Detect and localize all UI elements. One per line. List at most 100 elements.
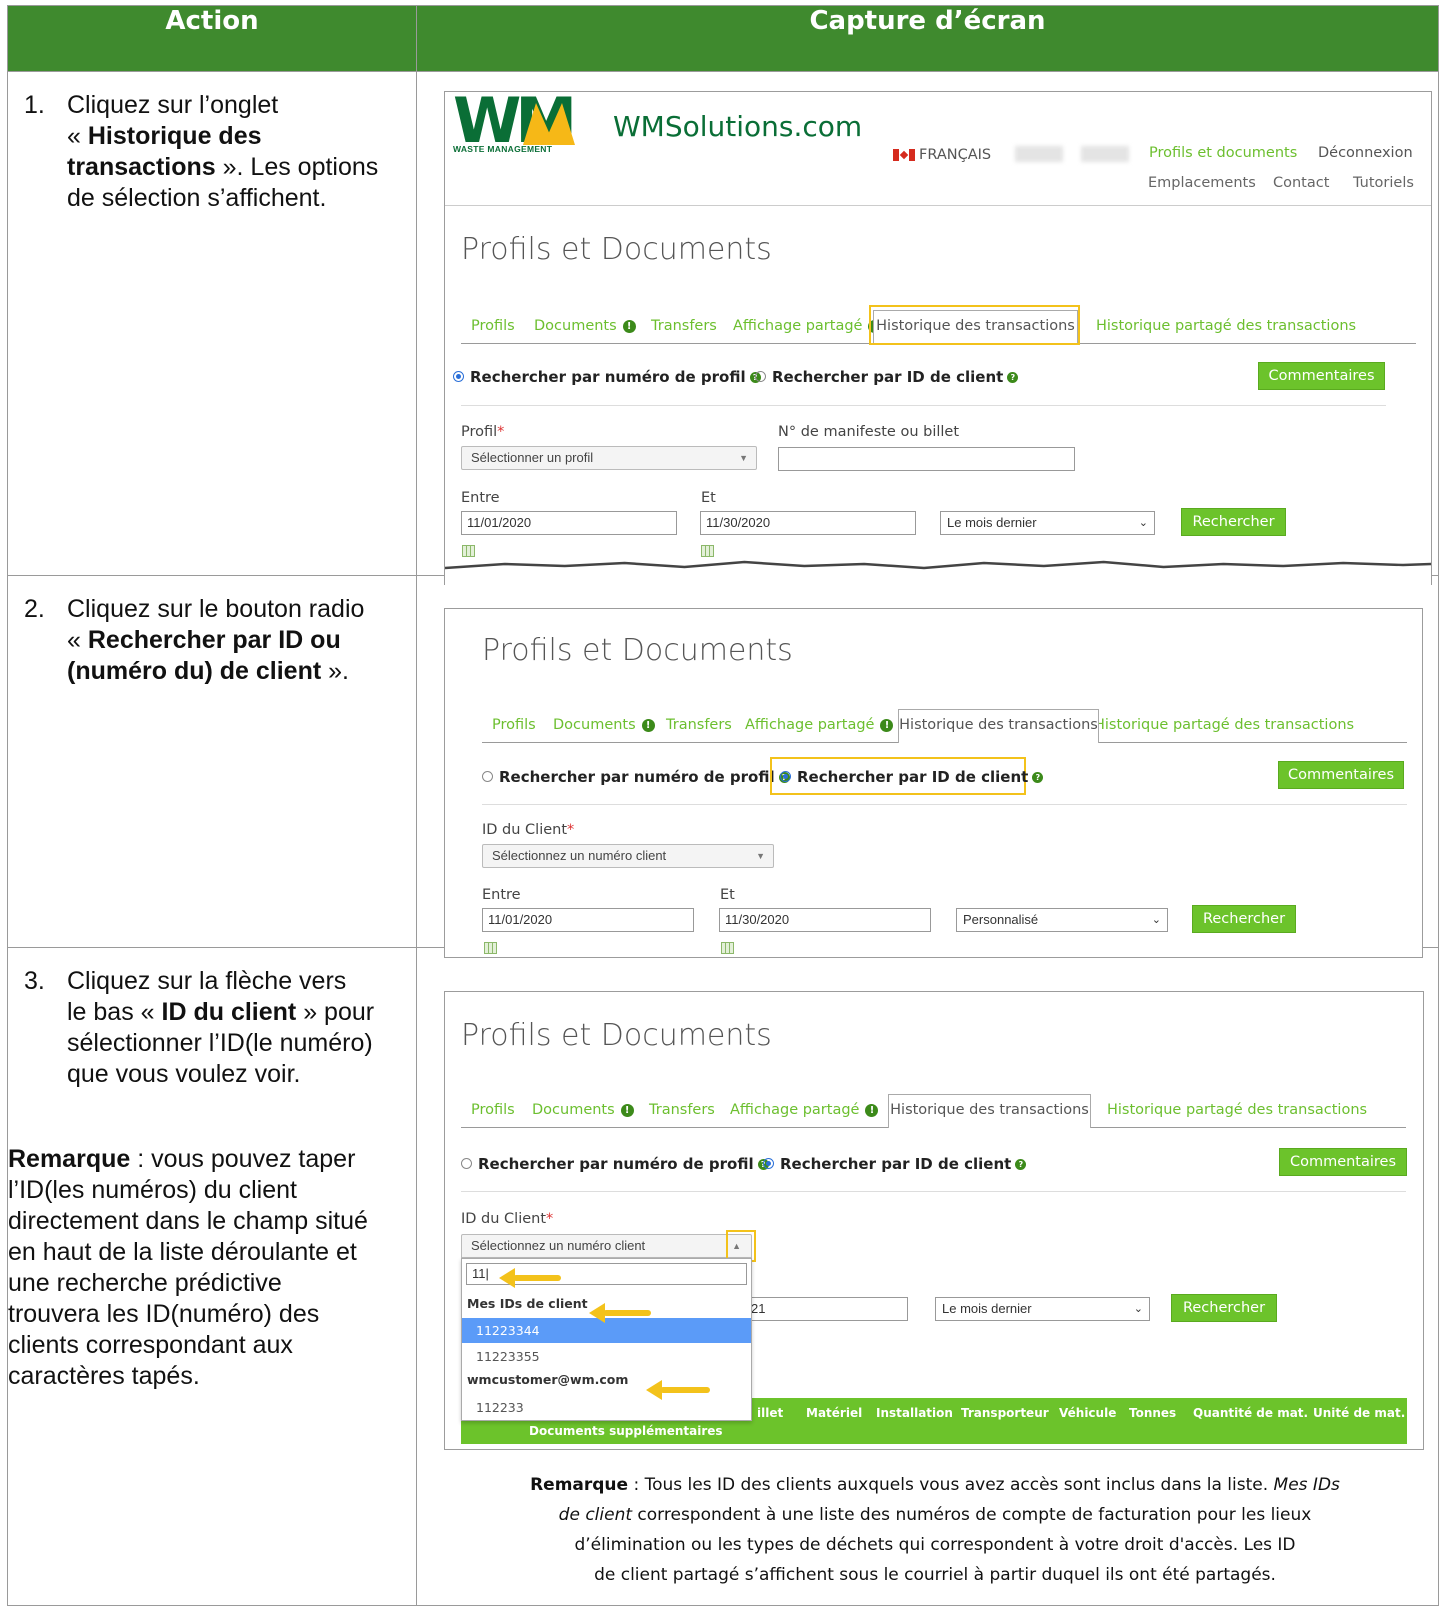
divider [461, 1191, 1406, 1192]
client-select[interactable]: Sélectionnez un numéro client ▲ [461, 1234, 752, 1258]
step-3-text: 3. Cliquez sur la flèche vers le bas « I… [7, 947, 417, 1606]
tab-profils[interactable]: Profils [471, 1102, 515, 1118]
tab-transfers[interactable]: Transfers [666, 717, 732, 733]
radio-indicator [453, 371, 464, 382]
tab-documents[interactable]: Documents! [553, 717, 655, 733]
et-label: Et [701, 490, 716, 506]
tab-documents[interactable]: Documents! [532, 1102, 634, 1118]
client-select[interactable]: Sélectionnez un numéro client ▼ [482, 844, 774, 868]
col-vehicule[interactable]: Véhicule [1059, 1406, 1116, 1420]
page-title: Profils et Documents [461, 232, 772, 267]
col-installation[interactable]: Installation [876, 1406, 953, 1420]
page-title: Profils et Documents [461, 1018, 772, 1053]
col-documents-supp[interactable]: Documents supplémentaires [529, 1424, 723, 1438]
screenshot-2: Profils et Documents Profils Documents! … [444, 608, 1423, 958]
manifest-input[interactable] [778, 447, 1075, 471]
info-icon: ! [865, 1103, 879, 1117]
language-link[interactable]: FRANÇAIS [919, 147, 991, 163]
commentaires-button[interactable]: Commentaires [1258, 362, 1385, 390]
step-number: 3. [24, 967, 45, 995]
radio-profil[interactable]: Rechercher par numéro de profil? [453, 368, 761, 386]
radio-client[interactable]: Rechercher par ID de client? [780, 768, 1044, 786]
radio-profil[interactable]: Rechercher par numéro de profil? [482, 768, 790, 786]
tab-profils[interactable]: Profils [471, 318, 515, 334]
radio-indicator [780, 771, 791, 782]
date-to-input[interactable]: 11/30/2020 [700, 511, 916, 535]
group-label-mine: Mes IDs de client [467, 1296, 588, 1311]
blurred-account [1081, 146, 1129, 162]
divider [482, 804, 1407, 805]
calendar-icon[interactable] [462, 545, 475, 557]
nav-emplacements[interactable]: Emplacements [1148, 175, 1256, 191]
blurred-username [1015, 146, 1063, 162]
col-quantite[interactable]: Quantité de mat. [1193, 1406, 1308, 1420]
torn-edge [445, 560, 1431, 585]
commentaires-button[interactable]: Commentaires [1278, 761, 1404, 789]
step-number: 2. [24, 595, 45, 623]
radio-indicator [461, 1158, 472, 1169]
tab-affichage-partage[interactable]: Affichage partagé! [745, 717, 894, 733]
period-select[interactable]: Le mois dernier ⌄ [935, 1297, 1150, 1321]
period-select[interactable]: Personnalisé ⌄ [956, 908, 1168, 932]
arrow-icon [499, 1268, 561, 1288]
info-icon: ! [622, 319, 636, 333]
radio-client[interactable]: Rechercher par ID de client? [763, 1155, 1027, 1173]
dropdown-option[interactable]: 11223355 [462, 1344, 751, 1369]
date-to-input[interactable]: 21 [745, 1297, 908, 1321]
info-icon: ! [880, 718, 894, 732]
tab-affichage-partage[interactable]: Affichage partagé! [733, 318, 882, 334]
calendar-icon[interactable] [721, 942, 734, 954]
help-icon: ? [1032, 772, 1044, 783]
tab-historique-transactions[interactable]: Historique des transactions [898, 709, 1099, 743]
date-from-input[interactable]: 11/01/2020 [482, 908, 694, 932]
tab-documents[interactable]: Documents! [534, 318, 636, 334]
chevron-down-icon: ⌄ [1138, 517, 1148, 529]
profil-select[interactable]: Sélectionner un profil ▼ [461, 446, 757, 470]
calendar-icon[interactable] [484, 942, 497, 954]
radio-client[interactable]: Rechercher par ID de client? [755, 368, 1019, 386]
calendar-icon[interactable] [701, 545, 714, 557]
remark-left: Remarque : vous pouvez taper l’ID(les nu… [8, 1145, 368, 1390]
tab-profils[interactable]: Profils [492, 717, 536, 733]
page-title: Profils et Documents [482, 633, 793, 668]
tab-transfers[interactable]: Transfers [651, 318, 717, 334]
col-transporteur[interactable]: Transporteur [961, 1406, 1049, 1420]
nav-tutoriels[interactable]: Tutoriels [1353, 175, 1414, 191]
date-from-input[interactable]: 11/01/2020 [461, 511, 677, 535]
rechercher-button[interactable]: Rechercher [1171, 1294, 1277, 1322]
help-icon: ? [1007, 372, 1019, 383]
nav-profils-documents[interactable]: Profils et documents [1149, 145, 1297, 161]
tab-historique-partage[interactable]: Historique partagé des transactions [1094, 717, 1354, 733]
commentaires-button[interactable]: Commentaires [1279, 1148, 1407, 1176]
caret-down-icon: ▼ [756, 851, 765, 861]
date-to-input[interactable]: 11/30/2020 [719, 908, 931, 932]
wm-logo: WM WASTE MANAGEMENT [453, 92, 603, 156]
dropdown-option[interactable]: 11223344 [462, 1318, 751, 1343]
tab-historique-partage[interactable]: Historique partagé des transactions [1107, 1102, 1367, 1118]
rechercher-button[interactable]: Rechercher [1181, 508, 1286, 536]
col-unite[interactable]: Unité de mat. [1313, 1406, 1405, 1420]
dropdown-option[interactable]: 112233 [462, 1395, 751, 1420]
remark-bottom: Remarque : Tous les ID des clients auxqu… [530, 1475, 1340, 1585]
step-2-text: 2. Cliquez sur le bouton radio « Recherc… [7, 575, 417, 948]
tab-affichage-partage[interactable]: Affichage partagé! [730, 1102, 879, 1118]
arrow-icon [589, 1303, 651, 1323]
col-tonnes[interactable]: Tonnes [1129, 1406, 1176, 1420]
col-materiel[interactable]: Matériel [806, 1406, 862, 1420]
help-icon: ? [1015, 1159, 1027, 1170]
site-domain: WMSolutions.com [613, 110, 863, 143]
nav-deconnexion[interactable]: Déconnexion [1318, 145, 1413, 161]
arrow-icon [646, 1380, 710, 1400]
nav-contact[interactable]: Contact [1273, 175, 1329, 191]
rechercher-button[interactable]: Rechercher [1192, 905, 1296, 933]
tab-historique-partage[interactable]: Historique partagé des transactions [1096, 318, 1356, 334]
tab-historique-transactions[interactable]: Historique des transactions [888, 1094, 1091, 1128]
screenshot-1: WM WASTE MANAGEMENT WMSolutions.com FRAN… [444, 91, 1432, 585]
col-billet[interactable]: illet [757, 1406, 783, 1420]
radio-profil[interactable]: Rechercher par numéro de profil? [461, 1155, 769, 1173]
period-select[interactable]: Le mois dernier ⌄ [940, 511, 1155, 535]
tab-transfers[interactable]: Transfers [649, 1102, 715, 1118]
radio-indicator [755, 371, 766, 382]
canada-flag-icon [893, 149, 915, 161]
caret-down-icon: ▼ [739, 453, 748, 463]
